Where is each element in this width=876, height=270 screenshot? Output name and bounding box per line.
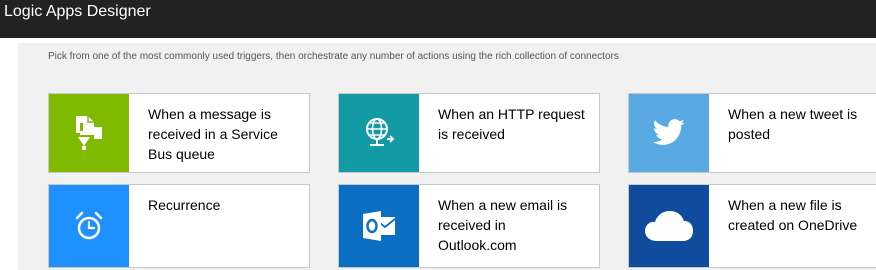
http-globe-icon (339, 94, 419, 172)
trigger-card-http[interactable]: When an HTTP request is received (338, 93, 600, 173)
title-bar: Logic Apps Designer (0, 0, 876, 38)
trigger-card-onedrive[interactable]: When a new file is created on OneDrive (628, 184, 876, 268)
app-title: Logic Apps Designer (4, 3, 151, 20)
onedrive-cloud-icon (629, 185, 709, 267)
trigger-card-service-bus[interactable]: When a message is received in a Service … (48, 93, 310, 173)
twitter-bird-icon (629, 94, 709, 172)
trigger-label: Recurrence (148, 197, 221, 213)
trigger-label: When a new email is received in Outlook.… (438, 197, 568, 253)
outlook-icon (339, 185, 419, 267)
trigger-card-recurrence[interactable]: Recurrence (48, 184, 310, 268)
trigger-label: When an HTTP request is received (438, 106, 585, 142)
trigger-card-outlook[interactable]: When a new email is received in Outlook.… (338, 184, 600, 268)
service-bus-icon (49, 94, 129, 172)
trigger-label: When a new tweet is posted (728, 106, 858, 142)
gallery-hint: Pick from one of the most commonly used … (48, 51, 619, 62)
alarm-clock-icon (49, 185, 129, 267)
designer-canvas: Pick from one of the most commonly used … (0, 38, 876, 270)
trigger-card-twitter[interactable]: When a new tweet is posted (628, 93, 876, 173)
trigger-label: When a new file is created on OneDrive (728, 197, 858, 233)
trigger-label: When a message is received in a Service … (148, 106, 278, 162)
